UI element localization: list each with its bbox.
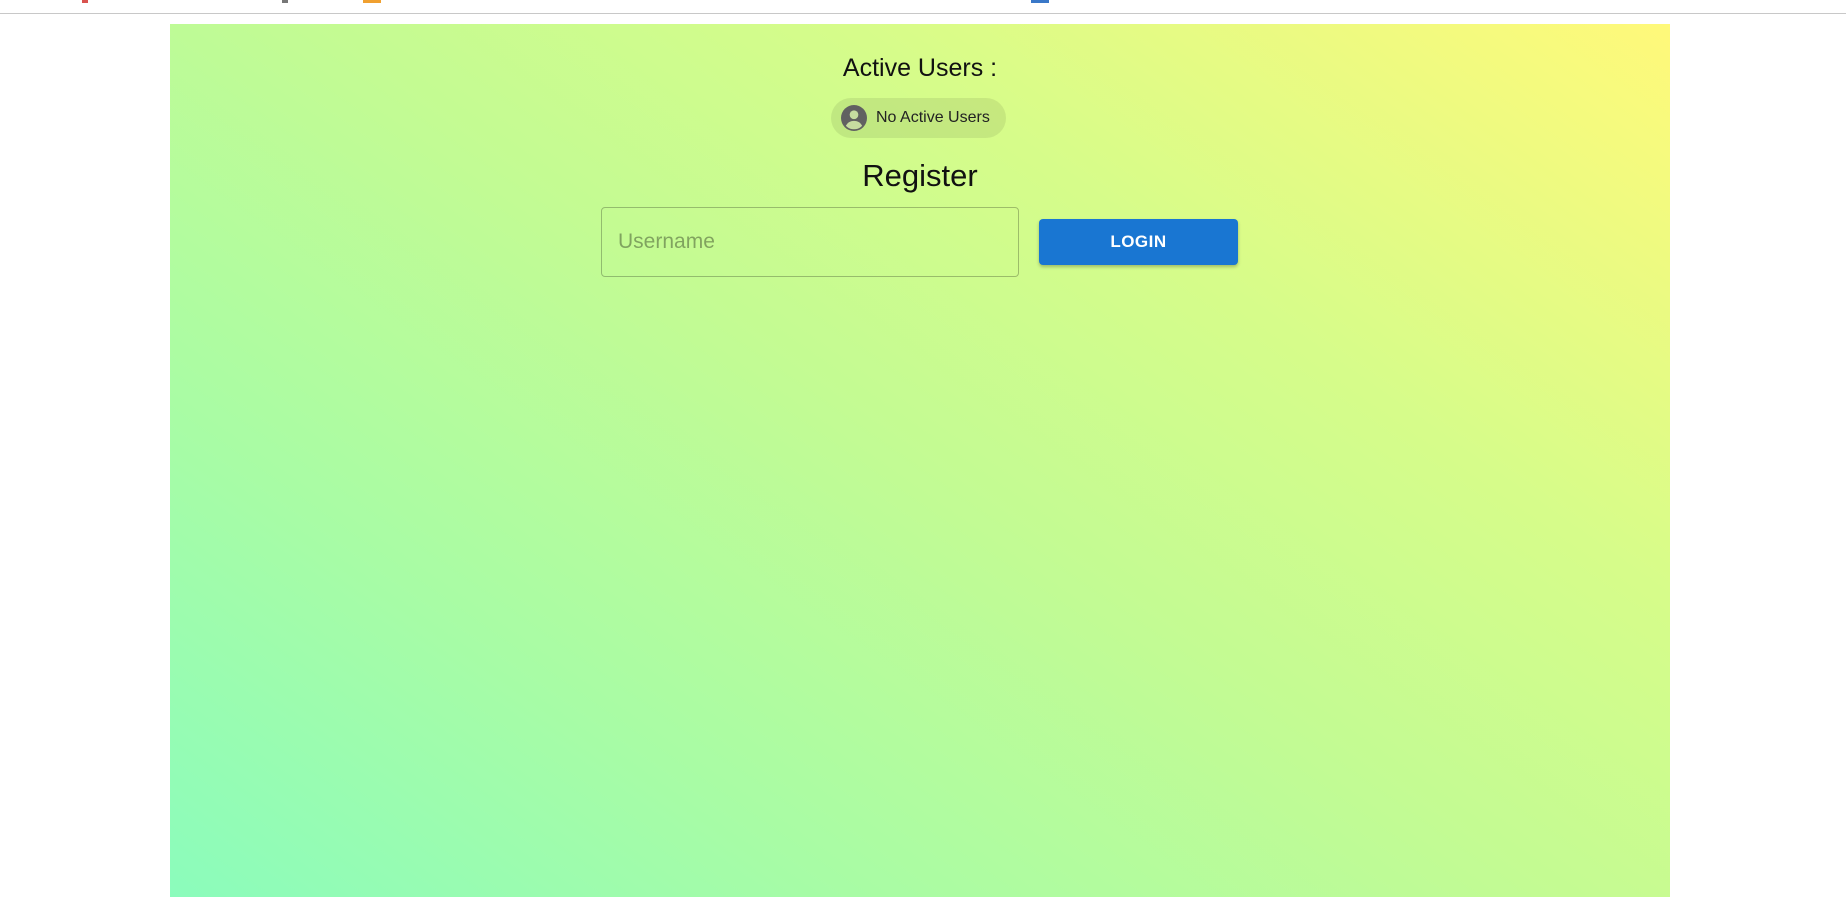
active-users-heading: Active Users : [842, 54, 998, 82]
bookmark-icon[interactable] [82, 0, 88, 3]
browser-toolbar-edge [0, 0, 1846, 14]
account-circle-icon [841, 105, 867, 131]
bookmark-icon[interactable] [282, 0, 288, 3]
chip-label: No Active Users [876, 109, 990, 126]
main-panel: Active Users : No Active Users Register … [170, 24, 1670, 897]
bookmark-icon[interactable] [1031, 0, 1049, 3]
username-input[interactable] [601, 207, 1019, 277]
register-heading: Register [862, 158, 978, 193]
login-button[interactable]: LOGIN [1039, 219, 1238, 265]
active-users-chip: No Active Users [831, 98, 1006, 138]
bookmark-icon[interactable] [363, 0, 381, 3]
